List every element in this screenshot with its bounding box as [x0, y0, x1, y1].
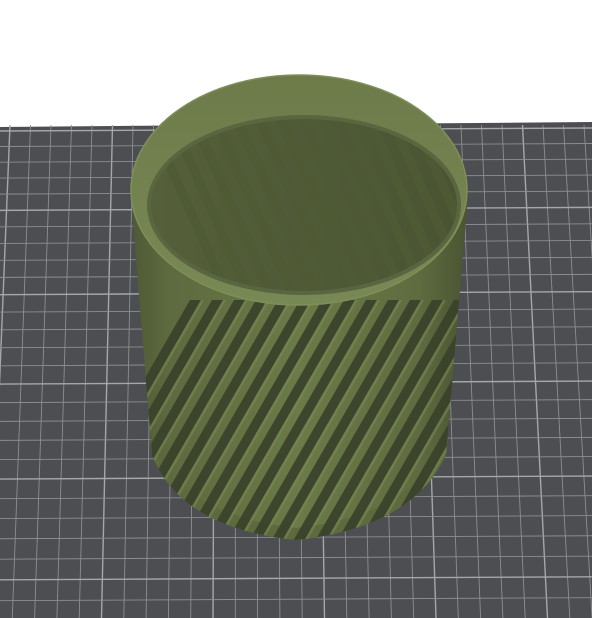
3d-viewport[interactable]: [0, 0, 592, 618]
viewport-canvas[interactable]: [0, 0, 592, 618]
